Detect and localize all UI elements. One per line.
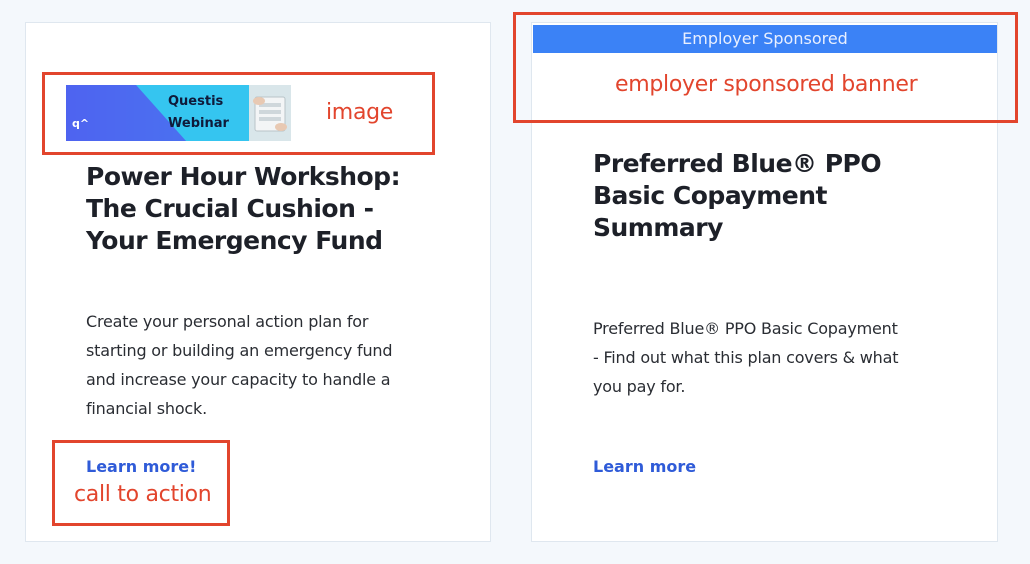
card-description-line: Preferred Blue® PPO Basic Copayment [593,319,898,338]
card-title-line: Power Hour Workshop: [86,162,401,191]
banner-annotation-box [513,12,1018,123]
card-title: Power Hour Workshop: The Crucial Cushion… [86,161,401,257]
card-description: Create your personal action plan for sta… [86,307,392,423]
card-title-line: Your Emergency Fund [86,226,383,255]
image-annotation-label: image [326,100,394,125]
card-description: Preferred Blue® PPO Basic Copayment - Fi… [593,314,898,401]
card-title: Preferred Blue® PPO Basic Copayment Summ… [593,148,882,244]
card-description-line: starting or building an emergency fund [86,341,393,360]
card-description-line: you pay for. [593,377,686,396]
card-title-line: The Crucial Cushion - [86,194,374,223]
cta-annotation-label: call to action [74,482,212,507]
card-title-line: Basic Copayment [593,181,827,210]
card-description-line: financial shock. [86,399,207,418]
card-description-line: Create your personal action plan for [86,312,369,331]
learn-more-link[interactable]: Learn more [593,457,696,476]
card-description-line: and increase your capacity to handle a [86,370,391,389]
card-title-line: Summary [593,213,723,242]
card-description-line: - Find out what this plan covers & what [593,348,899,367]
banner-annotation-label: employer sponsored banner [615,72,918,97]
card-title-line: Preferred Blue® PPO [593,149,882,178]
